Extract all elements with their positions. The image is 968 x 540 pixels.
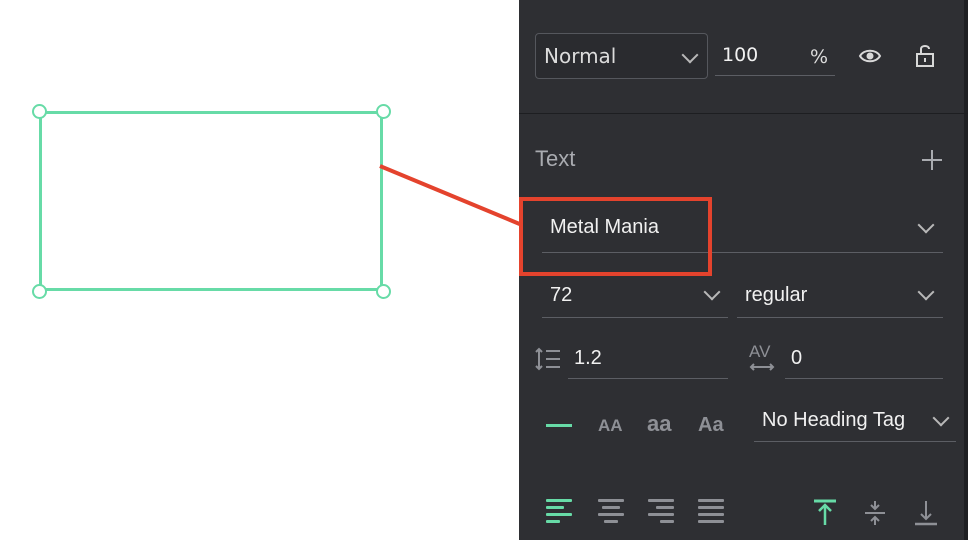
blend-mode-value: Normal: [544, 44, 617, 68]
vertical-align-bottom-icon[interactable]: [913, 499, 939, 527]
chevron-down-icon: [681, 46, 699, 64]
align-right-icon[interactable]: [648, 499, 674, 525]
resize-handle-top-right[interactable]: [376, 104, 391, 119]
font-size-value: 72: [550, 284, 573, 306]
add-text-style-icon[interactable]: [922, 150, 942, 170]
opacity-field[interactable]: 100 %: [715, 38, 835, 76]
properties-panel: Normal 100 % Text Metal Mania 72 regular: [519, 0, 968, 540]
opacity-value: 100: [722, 44, 759, 66]
align-center-icon[interactable]: [598, 499, 624, 525]
case-titlecase-button[interactable]: Aa: [698, 414, 724, 437]
highlight-box: [519, 197, 712, 276]
panel-scrollbar[interactable]: [964, 0, 968, 540]
letter-spacing-icon: AV: [749, 342, 771, 361]
case-lowercase-button[interactable]: aa: [647, 411, 671, 437]
resize-handle-bottom-left[interactable]: [32, 284, 47, 299]
letter-spacing-field[interactable]: [785, 340, 943, 379]
case-none-button[interactable]: [546, 424, 572, 427]
opacity-unit: %: [810, 46, 829, 68]
vertical-align-top-icon[interactable]: [812, 499, 838, 527]
blend-mode-select[interactable]: Normal: [535, 33, 708, 79]
align-left-icon[interactable]: [546, 499, 572, 525]
vertical-align-middle-icon[interactable]: [862, 499, 888, 527]
text-section-title: Text: [535, 146, 576, 171]
selected-text-box[interactable]: [39, 111, 383, 291]
letter-spacing-value: 0: [791, 347, 803, 369]
resize-handle-bottom-right[interactable]: [376, 284, 391, 299]
letter-spacing-arrow-icon: [749, 363, 775, 371]
align-justify-icon[interactable]: [698, 499, 724, 525]
resize-handle-top-left[interactable]: [32, 104, 47, 119]
case-uppercase-button[interactable]: AA: [598, 416, 623, 436]
visibility-eye-icon[interactable]: [858, 46, 882, 66]
font-weight-value: regular: [745, 284, 808, 306]
unlock-icon[interactable]: [915, 43, 935, 67]
line-height-icon: [535, 347, 560, 371]
section-divider: [519, 113, 968, 114]
line-height-value: 1.2: [574, 347, 602, 369]
design-canvas[interactable]: [0, 0, 519, 540]
heading-tag-value: No Heading Tag: [762, 409, 906, 431]
